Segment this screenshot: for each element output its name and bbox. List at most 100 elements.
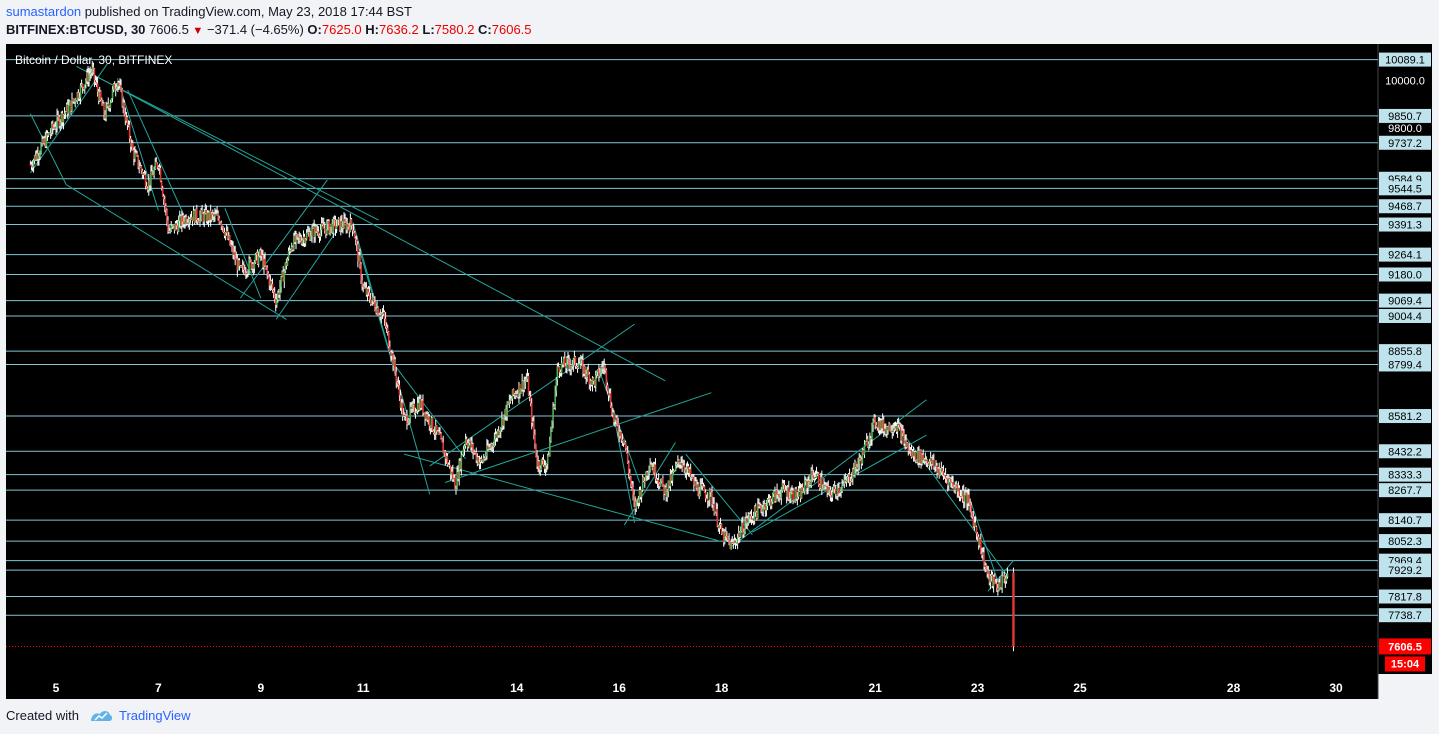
candle-body: [151, 171, 153, 175]
candle-body: [527, 375, 530, 396]
candle-body: [552, 406, 554, 422]
candle-body: [808, 480, 810, 482]
candle-body: [480, 458, 483, 461]
candle-body: [93, 68, 96, 81]
candle-body: [993, 576, 996, 583]
candle-body: [30, 164, 33, 167]
candle-body: [253, 262, 256, 269]
candle-body: [287, 251, 290, 259]
candle-body: [632, 486, 634, 495]
price-level-label: 8140.7: [1388, 515, 1422, 527]
candle-body: [436, 425, 438, 432]
candle-body: [796, 496, 799, 499]
candle-body: [971, 511, 974, 517]
candle-body: [770, 501, 773, 506]
candle-body: [109, 102, 112, 109]
candle-body: [68, 105, 70, 114]
candle-body: [996, 583, 998, 589]
candle-body: [523, 382, 526, 390]
candle-body: [367, 288, 370, 293]
price-change: −371.4 (−4.65%): [206, 22, 304, 37]
candle-body: [201, 209, 203, 215]
candle-body: [944, 474, 947, 478]
candle-body: [105, 105, 107, 119]
candle-body: [948, 477, 950, 486]
candle-body: [350, 219, 353, 226]
author-link[interactable]: sumastardon: [6, 4, 81, 19]
candle-body: [926, 459, 929, 464]
candle-body: [620, 431, 623, 440]
candle-body: [983, 552, 985, 568]
candle-body: [217, 213, 219, 219]
candle-body: [92, 67, 95, 69]
candle-body: [493, 439, 496, 447]
candle-body: [685, 468, 688, 473]
candle-body: [264, 258, 266, 266]
candle-body: [525, 379, 528, 381]
candle-body: [344, 218, 346, 222]
candle-body: [949, 477, 951, 479]
candle-body: [110, 98, 113, 103]
candle-body: [747, 518, 750, 523]
candle-body: [441, 438, 443, 443]
candle-body: [821, 477, 823, 489]
candle-body: [57, 115, 59, 118]
candle-body: [360, 263, 362, 281]
candle-body: [524, 380, 527, 383]
candle-body: [145, 186, 148, 189]
candle-body: [85, 80, 87, 85]
price-level-label: 10089.1: [1385, 55, 1425, 67]
candle-body: [730, 542, 732, 549]
candle-body: [635, 499, 638, 510]
price-chart[interactable]: 10000.09800.010089.19850.79737.29584.995…: [6, 44, 1432, 699]
candle-body: [440, 433, 442, 439]
price-level-label: 9180.0: [1388, 269, 1422, 281]
candle-body: [260, 250, 262, 256]
candle-body: [96, 83, 99, 92]
candle-body: [952, 482, 954, 487]
candle-body: [689, 469, 692, 478]
candle-body: [648, 470, 650, 473]
candle-body: [874, 417, 876, 425]
candle-body: [594, 375, 597, 386]
candle-body: [792, 490, 794, 501]
tradingview-logo-icon[interactable]: [89, 709, 113, 723]
candle-body: [889, 423, 891, 431]
candle-body: [744, 523, 746, 533]
candle-body: [159, 167, 162, 182]
candle-body: [571, 365, 574, 367]
candle-body: [534, 434, 536, 444]
candle-body: [893, 428, 896, 430]
candle-body: [305, 232, 308, 240]
candle-body: [484, 458, 486, 460]
current-price-label: 7606.5: [1388, 641, 1422, 653]
candle-body: [596, 371, 598, 376]
time-tick-label: 30: [1329, 681, 1343, 695]
tradingview-link[interactable]: TradingView: [119, 708, 191, 723]
close-value: 7606.5: [491, 22, 532, 37]
candle-body: [642, 477, 645, 481]
candle-body: [533, 421, 535, 435]
candle-body: [606, 385, 609, 391]
time-tick-label: 14: [510, 681, 524, 695]
candle-body: [621, 439, 624, 441]
candle-body: [407, 422, 409, 425]
candle-body: [828, 486, 831, 490]
candle-body: [460, 455, 463, 470]
candle-body: [301, 239, 304, 244]
candle-body: [326, 223, 328, 235]
candle-body: [545, 463, 548, 466]
open-value: 7625.0: [321, 22, 362, 37]
candle-body: [64, 111, 67, 114]
candle-body: [660, 481, 662, 487]
candle-body: [551, 421, 553, 432]
published-text: published on TradingView.com, May 23, 20…: [84, 4, 412, 19]
candle-body: [398, 385, 401, 396]
candle-body: [529, 396, 532, 404]
candle-body: [140, 166, 143, 171]
candle-body: [310, 235, 312, 240]
price-level-label: 9004.4: [1388, 311, 1422, 323]
candle-body: [572, 359, 575, 366]
candle-body: [155, 162, 158, 164]
candle-body: [528, 395, 531, 397]
